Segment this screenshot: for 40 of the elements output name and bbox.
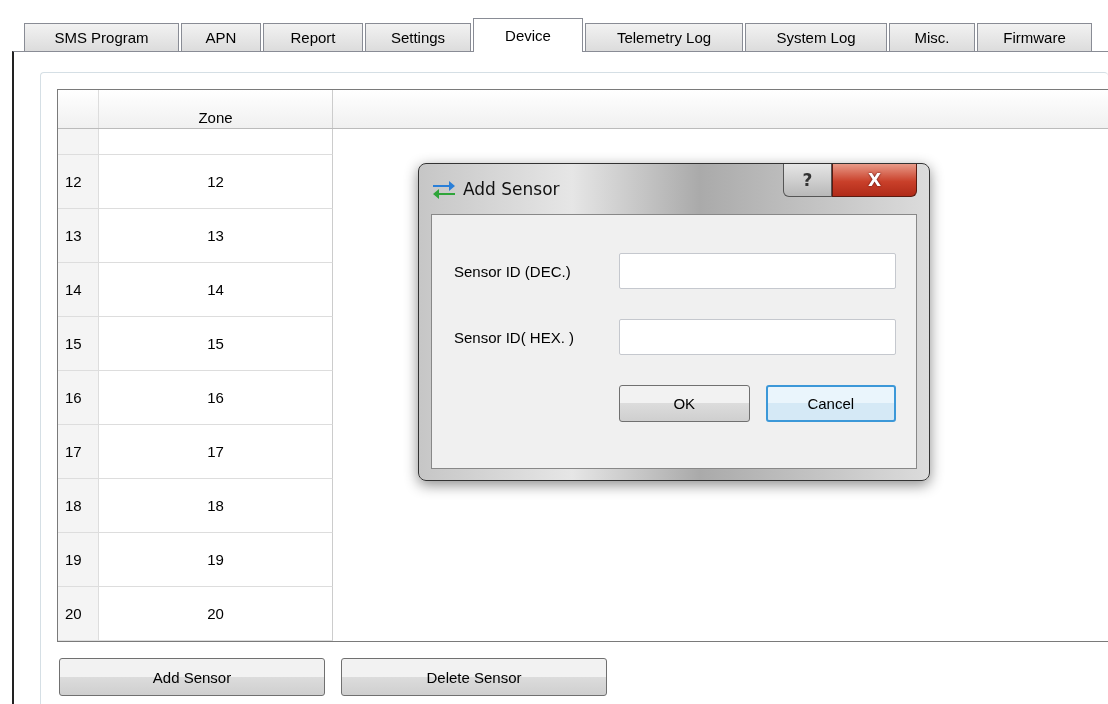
tab[interactable]: Misc. (889, 23, 975, 51)
close-button[interactable]: X (832, 164, 917, 197)
delete-sensor-button[interactable]: Delete Sensor (341, 658, 607, 696)
tab[interactable]: System Log (745, 23, 887, 51)
row-header: 18 (58, 479, 99, 533)
tab[interactable]: SMS Program (24, 23, 179, 51)
table-cell: 18 (99, 479, 333, 533)
row-header: 20 (58, 587, 99, 641)
tab[interactable]: Telemetry Log (585, 23, 743, 51)
row-header: 16 (58, 371, 99, 425)
tab[interactable]: Firmware (977, 23, 1092, 51)
table-cell: 20 (99, 587, 333, 641)
row-header: 14 (58, 263, 99, 317)
row-header: 15 (58, 317, 99, 371)
tab[interactable]: Device (473, 18, 583, 52)
ok-button[interactable]: OK (619, 385, 750, 422)
table-cell: 13 (99, 209, 333, 263)
input-field[interactable] (619, 253, 896, 289)
table-cell: 12 (99, 155, 333, 209)
row-header: 17 (58, 425, 99, 479)
row-header: 19 (58, 533, 99, 587)
row-header: 12 (58, 155, 99, 209)
row-header: 13 (58, 209, 99, 263)
table-cell: 15 (99, 317, 333, 371)
table-cell: 14 (99, 263, 333, 317)
table-cell: 16 (99, 371, 333, 425)
input-field[interactable] (619, 319, 896, 355)
table-cell: 17 (99, 425, 333, 479)
tab[interactable]: Settings (365, 23, 471, 51)
tab[interactable]: APN (181, 23, 261, 51)
swap-arrows-icon (431, 178, 457, 200)
field-label: Sensor ID (DEC.) (454, 262, 572, 280)
dialog-title: Add Sensor (463, 179, 560, 199)
help-button[interactable]: ? (783, 164, 832, 197)
table-cell: 19 (99, 533, 333, 587)
field-label: Sensor ID( HEX. ) (454, 328, 576, 346)
tab[interactable]: Report (263, 23, 363, 51)
column-header: Zone (99, 90, 333, 128)
cancel-button[interactable]: Cancel (765, 385, 896, 422)
add-sensor-button[interactable]: Add Sensor (59, 658, 325, 696)
